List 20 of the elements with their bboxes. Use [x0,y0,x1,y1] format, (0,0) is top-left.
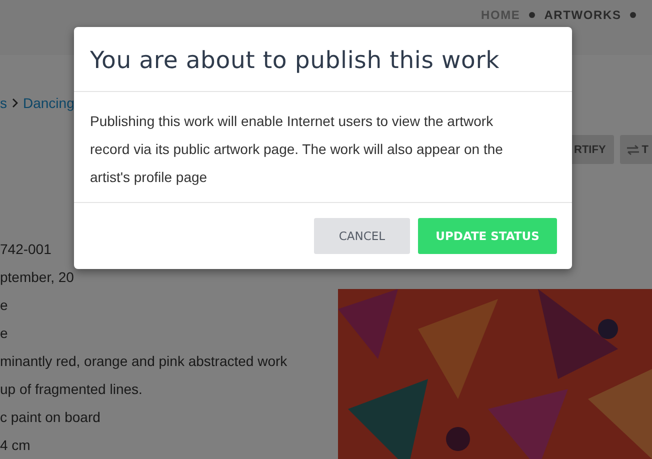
update-status-button[interactable]: UPDATE STATUS [418,218,557,254]
breadcrumb-link[interactable]: s [0,95,7,111]
cancel-button[interactable]: CANCEL [314,218,410,254]
detail-text: up of fragmented lines. [0,380,144,399]
detail-text: e [0,324,9,343]
transfer-icon [626,144,640,154]
detail-text: e [0,296,9,315]
transfer-button[interactable]: T [620,135,652,164]
detail-text: 4 cm [0,436,32,455]
nav-separator-icon [529,12,536,18]
breadcrumb-link[interactable]: Dancing [23,95,74,111]
detail-text: ptember, 20 [0,268,75,287]
nav-link[interactable]: ARTWORKS [544,8,622,22]
chevron-right-icon [11,98,19,108]
dialog-message: Publishing this work will enable Internet users to view the artwork record via its public artwork page. The work will also appear on the artist's profile page [90,112,504,187]
detail-text: c paint on board [0,408,102,427]
detail-text: minantly red, orange and pink abstracted work [0,352,288,371]
nav-separator-icon [630,12,636,18]
dialog-title: You are about to publish this work [89,45,501,76]
detail-text: 742-001 [0,240,52,259]
